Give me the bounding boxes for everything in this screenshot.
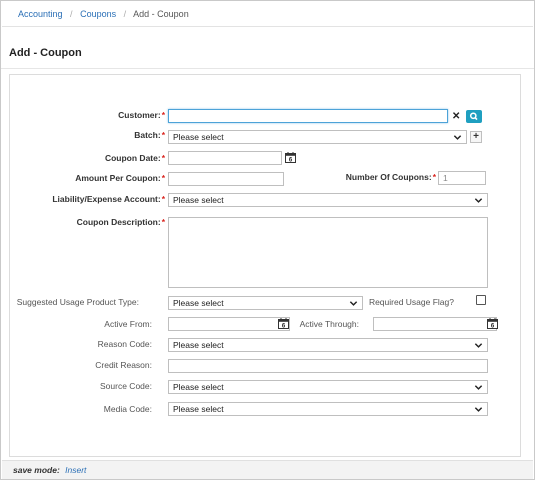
coupon-description-textarea[interactable] [168,217,488,288]
add-batch-button[interactable]: + [470,131,482,143]
chevron-down-icon [474,385,483,390]
media-code-value: Please select [173,404,224,414]
breadcrumb-accounting[interactable]: Accounting [18,9,63,19]
liability-account-label: Liability/Expense Account:* [52,194,165,204]
search-icon [469,112,478,121]
chevron-down-icon [349,301,358,306]
calendar-icon[interactable]: 6 [285,152,296,163]
source-code-label: Source Code: [100,381,152,391]
liability-account-value: Please select [173,195,224,205]
number-of-coupons-label: Number Of Coupons:* [345,172,436,182]
number-of-coupons-input[interactable]: 1 [438,171,486,185]
chevron-down-icon [474,343,483,348]
media-code-select[interactable]: Please select [168,402,488,416]
save-mode-value: Insert [65,465,87,475]
breadcrumb-separator: / [123,9,127,19]
calendar-icon[interactable]: 6 [278,318,289,329]
breadcrumb-separator: / [70,9,73,19]
window-frame: Accounting / Coupons / Add - Coupon Add … [0,0,535,480]
chevron-down-icon [474,407,483,412]
reason-code-value: Please select [173,340,224,350]
plus-icon: + [473,131,479,142]
search-button[interactable] [466,110,482,123]
amount-per-coupon-input[interactable] [168,172,284,186]
source-code-value: Please select [173,382,224,392]
coupon-date-label: Coupon Date:* [104,153,165,163]
liability-account-select[interactable]: Please select [168,193,488,207]
credit-reason-label: Credit Reason: [95,360,152,370]
customer-input[interactable] [168,109,448,123]
reason-code-select[interactable]: Please select [168,338,488,352]
source-code-select[interactable]: Please select [168,380,488,394]
page-title: Add - Coupon [9,47,82,59]
clear-icon[interactable]: ✕ [452,112,460,122]
reason-code-label: Reason Code: [97,339,152,349]
batch-select[interactable]: Please select [168,130,467,144]
required-usage-flag-checkbox[interactable] [476,295,486,305]
save-mode-bar: save mode: Insert [2,460,533,479]
chevron-down-icon [474,198,483,203]
customer-label: Customer:* [118,110,165,120]
calendar-icon[interactable]: 6 [487,318,498,329]
form-panel: Customer:* ✕ Batch:* Please select + Cou… [9,74,521,457]
credit-reason-input[interactable] [168,359,488,373]
batch-label: Batch:* [134,130,165,140]
breadcrumb: Accounting / Coupons / Add - Coupon [2,2,533,27]
active-through-label: Active Through: [299,319,359,329]
suggested-product-type-select[interactable]: Please select [168,296,363,310]
suggested-product-type-value: Please select [173,298,224,308]
active-from-input[interactable] [168,317,290,331]
title-divider [1,68,534,69]
amount-per-coupon-label: Amount Per Coupon:* [75,173,165,183]
breadcrumb-current: Add - Coupon [133,9,189,19]
coupon-date-input[interactable] [168,151,282,165]
chevron-down-icon [453,135,462,140]
save-mode-label: save mode: [13,465,60,475]
coupon-description-label: Coupon Description:* [76,217,165,227]
suggested-product-type-label: Suggested Usage Product Type: [16,297,139,307]
active-from-label: Active From: [104,319,152,329]
breadcrumb-coupons[interactable]: Coupons [80,9,116,19]
media-code-label: Media Code: [103,404,152,414]
active-through-input[interactable] [373,317,497,331]
required-usage-flag-label: Required Usage Flag? [368,297,454,307]
batch-select-value: Please select [173,132,224,142]
